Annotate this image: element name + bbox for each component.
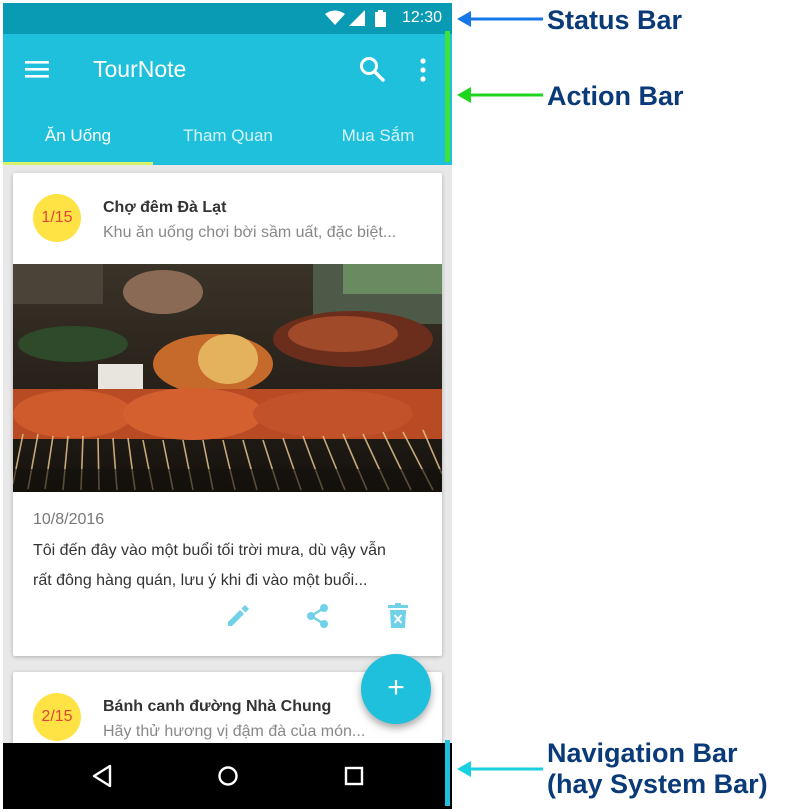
navigation-bar bbox=[3, 743, 452, 809]
phone-screen: 12:30 TourNote Ăn Uống Tham Quan Mua Sắm… bbox=[3, 3, 452, 809]
delete-icon[interactable] bbox=[387, 603, 409, 629]
share-icon[interactable] bbox=[305, 603, 331, 629]
search-icon[interactable] bbox=[359, 56, 385, 82]
card-date: 10/8/2016 bbox=[33, 511, 105, 528]
back-icon[interactable] bbox=[91, 764, 113, 788]
status-bar: 12:30 bbox=[3, 3, 452, 34]
annotation-navigation-bar: Navigation Bar (hay System Bar) bbox=[547, 738, 768, 800]
more-vert-icon[interactable] bbox=[419, 58, 427, 82]
place-card[interactable]: 1/15 Chợ đêm Đà Lạt Khu ăn uống chơi bời… bbox=[13, 173, 442, 656]
action-bar-edge-highlight bbox=[445, 31, 450, 162]
home-icon[interactable] bbox=[217, 765, 239, 787]
battery-icon bbox=[375, 10, 386, 27]
tab-bar: Ăn Uống Tham Quan Mua Sắm bbox=[3, 110, 452, 165]
card-title: Chợ đêm Đà Lạt bbox=[103, 199, 227, 216]
card-title: Bánh canh đường Nhà Chung bbox=[103, 698, 332, 715]
tab-an-uong[interactable]: Ăn Uống bbox=[3, 126, 153, 146]
recents-icon[interactable] bbox=[343, 765, 365, 787]
app-title: TourNote bbox=[93, 56, 187, 82]
card-description: Tôi đến đây vào một buổi tối trời mưa, d… bbox=[33, 536, 433, 596]
annotation-status-bar: Status Bar bbox=[547, 5, 683, 35]
card-subtitle: Hãy thử hương vị đậm đà của món... bbox=[103, 723, 366, 740]
tab-indicator bbox=[3, 162, 153, 165]
status-time: 12:30 bbox=[401, 9, 442, 26]
nav-bar-edge-highlight bbox=[445, 740, 450, 806]
add-fab-button[interactable]: + bbox=[361, 654, 431, 724]
annotation-line: (hay System Bar) bbox=[547, 769, 768, 799]
card-description-line: Tôi đến đây vào một buổi tối trời mưa, d… bbox=[33, 542, 386, 559]
food-photo[interactable] bbox=[13, 264, 442, 492]
signal-icon bbox=[349, 10, 365, 26]
wifi-icon bbox=[325, 10, 345, 25]
menu-icon[interactable] bbox=[25, 59, 49, 79]
annotation-action-bar: Action Bar bbox=[547, 81, 684, 111]
annotation-line: Navigation Bar bbox=[547, 738, 738, 768]
card-subtitle: Khu ăn uống chơi bời sầm uất, đặc biệt..… bbox=[103, 224, 397, 241]
status-bar-arrow bbox=[457, 11, 543, 27]
card-description-line: rất đông hàng quán, lưu ý khi đi vào một… bbox=[33, 572, 368, 589]
count-badge: 2/15 bbox=[33, 693, 81, 741]
tab-mua-sam[interactable]: Mua Sắm bbox=[303, 126, 452, 146]
edit-icon[interactable] bbox=[225, 603, 251, 629]
tab-tham-quan[interactable]: Tham Quan bbox=[153, 126, 303, 146]
count-badge: 1/15 bbox=[33, 194, 81, 242]
action-bar: TourNote bbox=[3, 34, 452, 110]
action-bar-arrow bbox=[457, 87, 543, 103]
navigation-bar-arrow bbox=[457, 761, 543, 777]
